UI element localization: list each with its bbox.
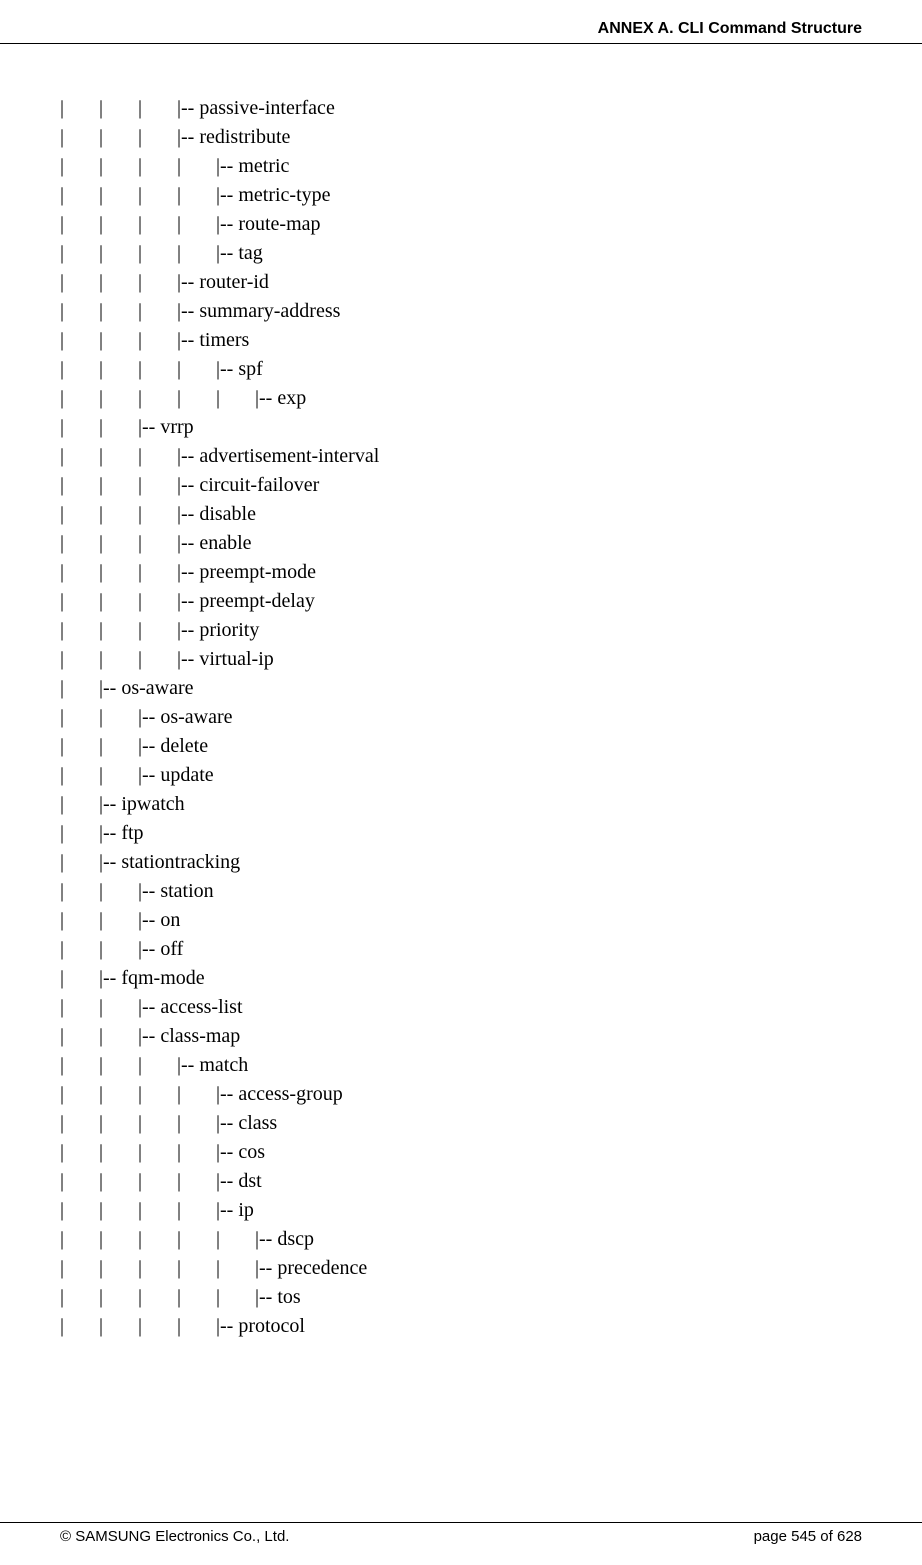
- page-number: page 545 of 628: [754, 1528, 862, 1545]
- cli-tree-content: | | | |-- passive-interface | | | |-- re…: [0, 94, 922, 1341]
- page-header: ANNEX A. CLI Command Structure: [0, 0, 922, 44]
- page-footer: © SAMSUNG Electronics Co., Ltd. page 545…: [0, 1522, 922, 1545]
- copyright: © SAMSUNG Electronics Co., Ltd.: [60, 1528, 289, 1545]
